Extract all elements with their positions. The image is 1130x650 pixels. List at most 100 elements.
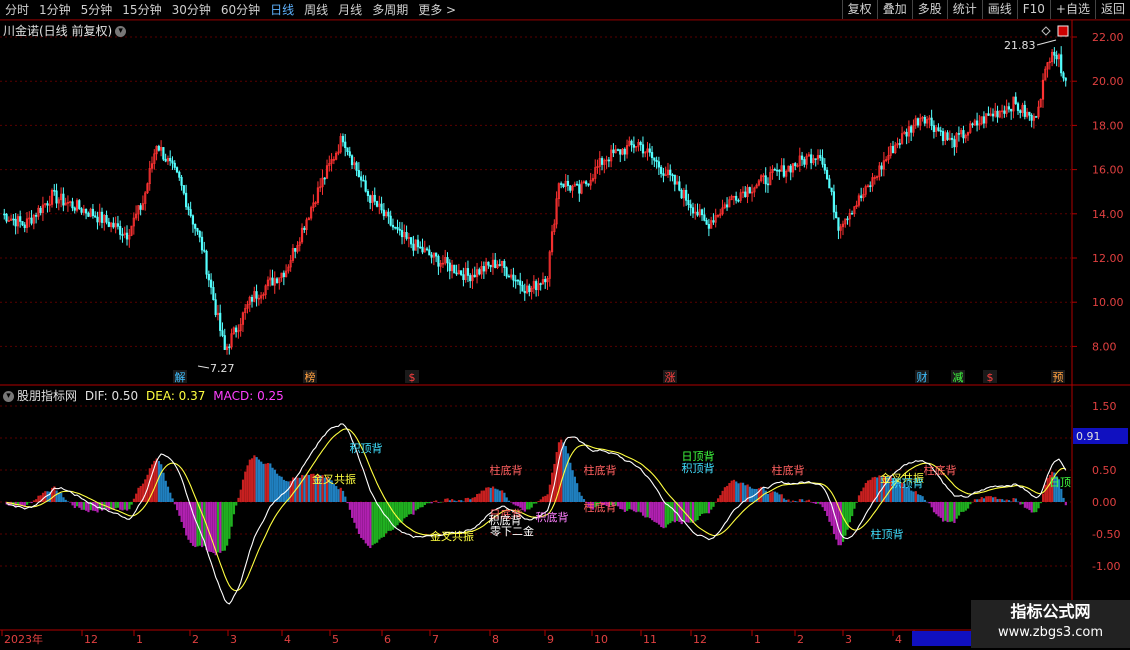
histogram-bar — [910, 490, 913, 502]
histogram-bar — [864, 482, 867, 502]
candle-body — [678, 181, 681, 191]
candle-body — [648, 148, 651, 153]
candle-body — [462, 274, 465, 280]
histogram-bar — [816, 502, 820, 504]
histogram-bar — [1044, 484, 1047, 502]
candle-body — [453, 264, 456, 274]
histogram-bar — [1001, 499, 1004, 502]
candle-body — [700, 209, 704, 216]
chevron-down-icon[interactable]: ▾ — [3, 391, 14, 402]
histogram-bar — [78, 502, 81, 508]
macd-annotation: 柱底背 — [584, 463, 617, 477]
histogram-bar — [946, 502, 949, 523]
histogram-bar — [748, 486, 751, 502]
candle-body — [880, 165, 883, 170]
histogram-bar — [126, 502, 129, 511]
histogram-bar — [1032, 502, 1036, 513]
candle-body — [394, 226, 397, 229]
histogram-bar — [496, 489, 499, 502]
candle-body — [1064, 77, 1067, 81]
candle-body — [653, 157, 656, 161]
histogram-bar — [794, 501, 797, 502]
candle-body — [294, 248, 297, 252]
candle-body — [421, 246, 424, 253]
diamond-icon[interactable] — [1041, 26, 1051, 36]
macd-pane-header: ▾ 股朋指标网 DIF: 0.50 DEA: 0.37 MACD: 0.25 — [3, 387, 284, 404]
histogram-bar — [410, 502, 413, 515]
stock-title: 川金诺(日线 前复权) — [3, 24, 113, 38]
candle-body — [180, 177, 183, 186]
histogram-bar — [914, 491, 917, 502]
candle-body — [975, 120, 979, 126]
candle-body — [560, 183, 563, 185]
candle-body — [187, 206, 190, 210]
histogram-bar — [976, 499, 979, 502]
histogram-bar — [862, 487, 865, 502]
candle-body — [23, 224, 26, 229]
histogram-bar — [648, 502, 651, 519]
candle-body — [214, 299, 217, 316]
candle-body — [157, 145, 160, 151]
histogram-bar — [1060, 488, 1063, 502]
chevron-down-icon[interactable]: ▾ — [115, 26, 127, 37]
histogram-bar — [416, 502, 420, 510]
histogram-bar — [219, 502, 222, 553]
candle-body — [494, 259, 497, 269]
candle-body — [19, 216, 22, 222]
date-label: 7 — [432, 633, 439, 646]
candle-body — [362, 179, 365, 182]
candle-body — [469, 275, 472, 282]
histogram-bar — [962, 502, 965, 512]
histogram-bar — [37, 495, 40, 502]
histogram-bar — [1007, 500, 1011, 502]
candle-body — [535, 281, 538, 291]
histogram-bar — [971, 501, 974, 503]
histogram-bar — [519, 502, 522, 508]
histogram-bar — [132, 498, 136, 502]
candle-body — [355, 162, 358, 171]
histogram-bar — [932, 502, 936, 513]
histogram-bar — [657, 502, 661, 525]
price-pane-header: 川金诺(日线 前复权) ▾ — [3, 22, 127, 39]
high-arrow — [1036, 39, 1057, 46]
macd-tick-label: 1.50 — [1092, 400, 1117, 413]
candle-body — [178, 171, 181, 178]
histogram-bar — [716, 498, 720, 502]
histogram-bar — [128, 502, 131, 510]
histogram-bar — [701, 502, 704, 514]
histogram-bar — [382, 502, 386, 537]
candle-body — [84, 208, 88, 214]
candle-body — [1014, 96, 1017, 104]
date-label: 1 — [754, 633, 761, 646]
histogram-bar — [941, 502, 945, 522]
candle-body — [364, 180, 367, 192]
histogram-bar — [969, 502, 972, 505]
histogram-bar — [421, 502, 424, 508]
candle-body — [775, 169, 779, 172]
square-icon[interactable] — [1057, 25, 1069, 37]
histogram-bar — [994, 496, 997, 502]
histogram-bar — [1005, 499, 1008, 502]
chart-canvas[interactable]: 22.0020.0018.0016.0014.0012.0010.008.001… — [0, 0, 1130, 650]
candle-body — [669, 169, 672, 176]
candle-body — [53, 189, 56, 192]
high-price-label: 21.83 — [1004, 39, 1036, 52]
histogram-bar — [530, 502, 533, 508]
candle-body — [366, 191, 370, 196]
histogram-bar — [1012, 498, 1015, 502]
candle-body — [346, 147, 349, 152]
histogram-bar — [269, 463, 272, 502]
histogram-bar — [853, 502, 856, 509]
date-cursor-box — [912, 631, 972, 646]
histogram-bar — [876, 477, 879, 502]
candle-body — [655, 159, 658, 162]
histogram-bar — [162, 472, 165, 502]
histogram-bar — [635, 502, 638, 513]
macd-tick-label: -0.50 — [1092, 528, 1120, 541]
histogram-bar — [273, 469, 276, 502]
candle-body — [71, 201, 74, 209]
histogram-bar — [1023, 502, 1027, 508]
date-label: 2 — [192, 633, 199, 646]
histogram-bar — [396, 502, 399, 526]
histogram-bar — [766, 493, 770, 502]
